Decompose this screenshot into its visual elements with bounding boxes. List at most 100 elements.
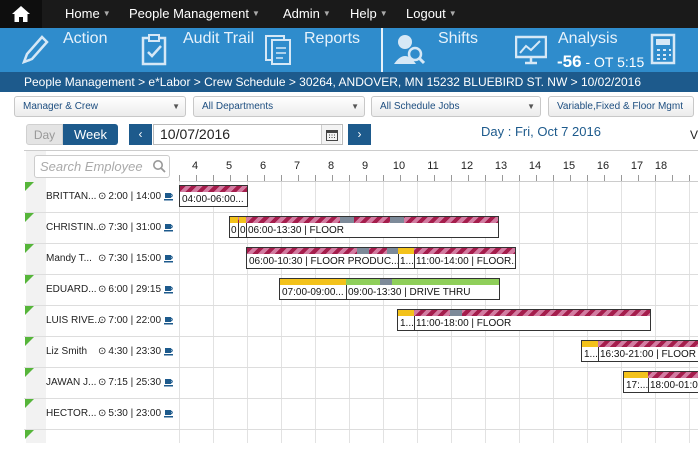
- search-input[interactable]: Search Employee: [34, 155, 170, 178]
- employee-name: Mandy T...: [46, 253, 92, 264]
- break-cup-icon[interactable]: [164, 347, 174, 356]
- module-bar: Action Audit Trail Reports Shifts Analys…: [0, 28, 698, 72]
- shift-block[interactable]: 1... 16:30-21:00 | FLOOR: [581, 340, 698, 362]
- break-cup-icon[interactable]: [164, 409, 174, 418]
- calendar-icon[interactable]: [321, 125, 341, 144]
- shift-block[interactable]: 06:00-10:30 | FLOOR PRODUC... 1... 11:00…: [246, 247, 516, 269]
- module-reports[interactable]: Reports: [264, 28, 374, 72]
- search-icon: [153, 160, 166, 173]
- shift-label: 11:00-18:00 | FLOOR: [416, 318, 512, 329]
- next-date-button[interactable]: ›: [348, 124, 371, 145]
- nav-home[interactable]: Home ▼: [65, 0, 111, 28]
- employee-hours: ⊙ 7:15 | 25:30: [98, 377, 161, 388]
- analysis-readout: -56 - OT 5:15: [557, 52, 644, 72]
- employee-name: HECTOR...: [46, 408, 97, 419]
- nav-people-management[interactable]: People Management ▼: [129, 0, 260, 28]
- break-segment: [280, 279, 346, 285]
- timeline-tick: [570, 175, 571, 181]
- week-view-button[interactable]: Week: [63, 124, 118, 145]
- shift-divider: [598, 347, 599, 361]
- date-input[interactable]: 10/07/2016: [153, 124, 343, 145]
- shift-stripe: [230, 217, 498, 223]
- shift-type-select[interactable]: Variable,Fixed & Floor Mgmt: [548, 96, 694, 117]
- module-audit-trail[interactable]: Audit Trail: [140, 28, 260, 72]
- employee-row[interactable]: HECTOR... ⊙ 5:30 | 23:00: [24, 399, 698, 430]
- timeline-tick: [502, 175, 503, 181]
- shift-label: 11:00-14:00 | FLOOR...: [416, 256, 516, 267]
- timeline-tick: [655, 175, 656, 181]
- module-shifts[interactable]: Shifts: [393, 28, 493, 72]
- day-view-button[interactable]: Day: [26, 124, 63, 145]
- timeline-tick: [536, 175, 537, 181]
- hour-label: 8: [327, 160, 335, 172]
- timeline-tick: [281, 175, 282, 181]
- shift-block[interactable]: 07:00-09:00... 09:00-13:30 | DRIVE THRU: [279, 278, 500, 300]
- employee-row[interactable]: Mandy T... ⊙ 7:30 | 15:00 06:00-10:30 | F…: [24, 244, 698, 275]
- shift-block[interactable]: 1... 11:00-18:00 | FLOOR: [397, 309, 651, 331]
- timeline-tick: [298, 175, 299, 181]
- timeline-tick: [587, 175, 588, 181]
- timeline-tick: [468, 175, 469, 181]
- employee-row[interactable]: BRITTAN... ⊙ 2:00 | 14:00 04:00-06:00...: [24, 182, 698, 213]
- break-cup-icon[interactable]: [164, 223, 174, 232]
- timeline-tick: [383, 175, 384, 181]
- timeline-tick: [179, 175, 180, 181]
- search-placeholder: Search Employee: [40, 159, 143, 174]
- nav-logout-label: Logout: [406, 6, 446, 21]
- shift-block[interactable]: 0 0 06:00-13:30 | FLOOR: [229, 216, 499, 238]
- departments-select[interactable]: All Departments ▼: [193, 96, 365, 117]
- module-analysis-label: Analysis: [558, 30, 618, 47]
- break-cup-icon[interactable]: [164, 285, 174, 294]
- manager-crew-select[interactable]: Manager & Crew ▼: [14, 96, 186, 117]
- nav-admin[interactable]: Admin ▼: [283, 0, 331, 28]
- hour-label: 5: [225, 160, 233, 172]
- employee-hours-value: 7:30 | 15:00: [108, 253, 162, 264]
- analysis-ot: - OT 5:15: [585, 54, 645, 70]
- employee-hours-value: 7:15 | 25:30: [108, 377, 162, 388]
- break-segment: [398, 310, 414, 316]
- shift-block[interactable]: 04:00-06:00...: [179, 185, 248, 207]
- employee-row[interactable]: Liz Smith ⊙ 4:30 | 23:30 1... 16:30-21:00…: [24, 337, 698, 368]
- employee-row[interactable]: [24, 430, 698, 461]
- date-controls: Day Week ‹ 10/07/2016 › Day : Fri, Oct 7…: [0, 120, 698, 148]
- task-segment: [390, 217, 404, 223]
- employee-name: LUIS RIVE...: [46, 315, 103, 326]
- employee-row[interactable]: CHRISTIN... ⊙ 7:30 | 31:00 0 0 06:00-13:3…: [24, 213, 698, 244]
- shift-stripe: [582, 341, 698, 347]
- employee-row[interactable]: EDUARD... ⊙ 6:00 | 29:15 07:00-09:00... 0…: [24, 275, 698, 306]
- shift-block[interactable]: 17:... 18:00-01:00...: [623, 371, 698, 393]
- break-cup-icon[interactable]: [164, 254, 174, 263]
- status-flag: [25, 244, 34, 253]
- nav-logout[interactable]: Logout ▼: [406, 0, 457, 28]
- employee-row[interactable]: JAWAN J... ⊙ 7:15 | 25:30 17:... 18:00-01…: [24, 368, 698, 399]
- timeline-tick: [400, 175, 401, 181]
- shift-label: 06:00-13:30 | FLOOR: [248, 225, 344, 236]
- employee-hours: ⊙ 5:30 | 23:00: [98, 408, 161, 419]
- status-flag: [25, 182, 34, 191]
- module-calculator[interactable]: [648, 28, 698, 72]
- break-cup-icon[interactable]: [164, 316, 174, 325]
- employee-hours-value: 5:30 | 23:00: [108, 408, 162, 419]
- timeline-tick: [315, 175, 316, 181]
- shift-divider: [648, 378, 649, 392]
- prev-date-button[interactable]: ‹: [129, 124, 152, 145]
- clock-icon: ⊙: [98, 315, 107, 326]
- break-cup-icon[interactable]: [164, 192, 174, 201]
- employee-name: JAWAN J...: [46, 377, 97, 388]
- hour-label: 11: [427, 160, 439, 172]
- employee-row[interactable]: LUIS RIVE... ⊙ 7:00 | 22:00 1... 11:00-18…: [24, 306, 698, 337]
- schedule-jobs-select[interactable]: All Schedule Jobs ▼: [371, 96, 541, 117]
- nav-help[interactable]: Help ▼: [350, 0, 388, 28]
- break-cup-icon[interactable]: [164, 378, 174, 387]
- module-action[interactable]: Action: [18, 28, 118, 72]
- home-icon[interactable]: [0, 0, 42, 28]
- timeline-tick: [349, 175, 350, 181]
- nav-help-label: Help: [350, 6, 377, 21]
- break-segment: [398, 248, 414, 254]
- shift-divider: [238, 223, 239, 237]
- clock-icon: ⊙: [98, 191, 107, 202]
- task-segment: [450, 310, 462, 316]
- timeline-tick: [621, 175, 622, 181]
- nav-people-label: People Management: [129, 6, 249, 21]
- hour-label: 15: [562, 160, 576, 172]
